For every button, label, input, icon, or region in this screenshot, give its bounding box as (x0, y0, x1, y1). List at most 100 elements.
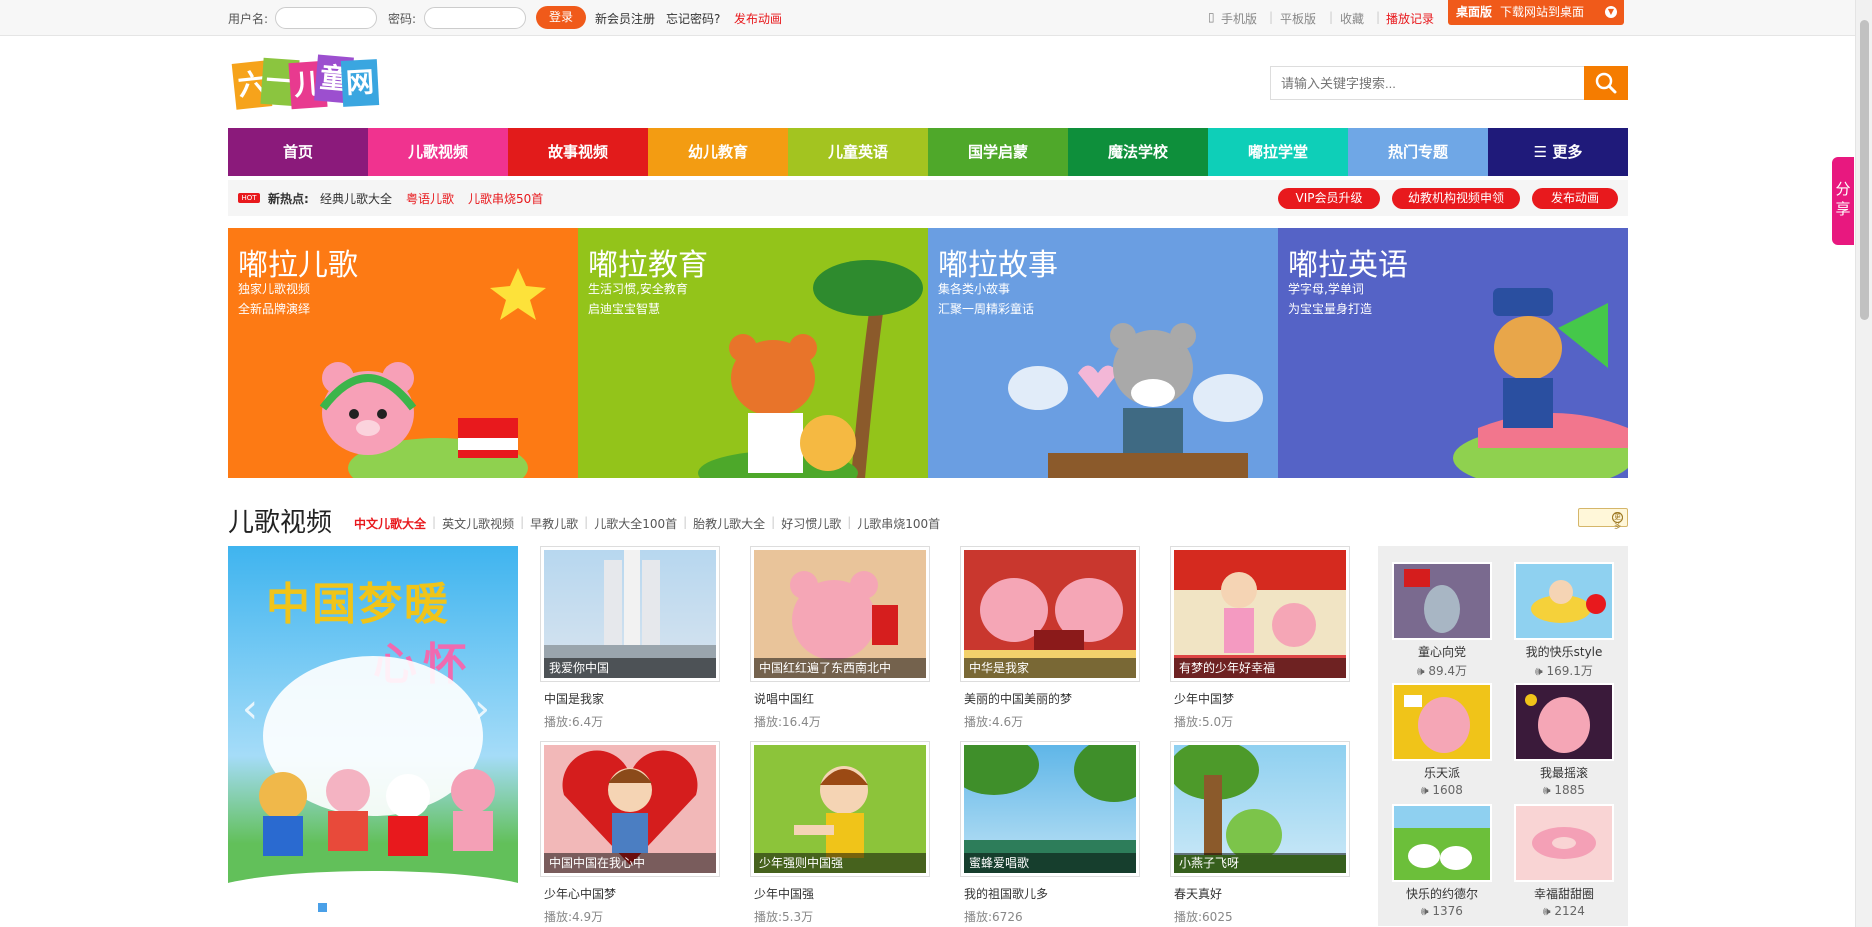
video-card[interactable]: 中国中国在我心中 少年心中国梦 播放:4.9万 (540, 741, 720, 925)
popular-thumbnail[interactable] (1392, 804, 1492, 882)
tablet-version-link[interactable]: 平板版 (1280, 10, 1316, 27)
popular-thumbnail[interactable] (1514, 804, 1614, 882)
video-thumbnail[interactable]: 小燕子飞呀 (1170, 741, 1350, 877)
video-card[interactable]: 中国红红遍了东西南北中 说唱中国红 播放:16.4万 (750, 546, 930, 730)
nav-item-magic-school[interactable]: 魔法学校 (1068, 128, 1208, 176)
tab-early-songs[interactable]: 早教儿歌 (530, 515, 578, 532)
favorite-link[interactable]: 收藏 (1340, 10, 1364, 27)
video-title[interactable]: 少年中国强 (750, 885, 930, 902)
popular-name[interactable]: 乐天派 (1392, 764, 1492, 781)
popular-item[interactable]: 快乐的约德尔 🕪 1376 (1392, 804, 1492, 919)
popular-thumbnail[interactable] (1392, 683, 1492, 761)
featured-carousel[interactable]: 中国梦暖 心怀 ‹ › (228, 546, 518, 896)
nav-label: 幼儿教育 (687, 143, 748, 161)
popular-item[interactable]: 我的快乐style 🕪 169.1万 (1514, 562, 1614, 679)
publish-animation-link[interactable]: 发布动画 (734, 10, 782, 27)
nav-item-english[interactable]: 儿童英语 (788, 128, 928, 176)
login-button[interactable]: 登录 (536, 6, 586, 29)
nav-item-more[interactable]: ☰ 更多 (1488, 128, 1628, 176)
video-title[interactable]: 少年心中国梦 (540, 885, 720, 902)
register-link[interactable]: 新会员注册 (595, 10, 655, 27)
carousel-prev-arrow[interactable]: ‹ (242, 686, 258, 732)
nav-item-stories[interactable]: 故事视频 (508, 128, 648, 176)
tab-medley-songs[interactable]: 儿歌串烧100首 (857, 515, 940, 532)
video-caption: 小燕子飞呀 (1174, 853, 1346, 873)
video-thumbnail[interactable]: 中国中国在我心中 (540, 741, 720, 877)
carousel-next-arrow[interactable]: › (474, 686, 490, 732)
vip-upgrade-button[interactable]: VIP会员升级 (1278, 188, 1380, 209)
banner-line: 学字母,学单词 (1288, 282, 1364, 296)
search-input[interactable] (1271, 67, 1583, 99)
video-card[interactable]: 中华是我家 美丽的中国美丽的梦 播放:4.6万 (960, 546, 1140, 730)
video-card[interactable]: 我爱你中国 中国是我家 播放:6.4万 (540, 546, 720, 730)
video-card[interactable]: 蜜蜂爱唱歌 我的祖国歌儿多 播放:6726 (960, 741, 1140, 925)
carousel-indicator[interactable] (318, 903, 327, 912)
nav-item-home[interactable]: 首页 (228, 128, 368, 176)
popular-item[interactable]: 我最摇滚 🕪 1885 (1514, 683, 1614, 798)
video-title[interactable]: 中国是我家 (540, 690, 720, 707)
tab-chinese-songs[interactable]: 中文儿歌大全 (354, 515, 426, 532)
popular-name[interactable]: 快乐的约德尔 (1392, 885, 1492, 902)
tab-english-songs[interactable]: 英文儿歌视频 (442, 515, 514, 532)
username-input[interactable] (275, 7, 377, 29)
video-thumbnail[interactable]: 中华是我家 (960, 546, 1140, 682)
video-thumbnail[interactable]: 蜜蜂爱唱歌 (960, 741, 1140, 877)
tab-habit-songs[interactable]: 好习惯儿歌 (781, 515, 841, 532)
popular-item[interactable]: 乐天派 🕪 1608 (1392, 683, 1492, 798)
banner-stories[interactable]: 嘟拉故事 集各类小故事 汇聚一周精彩童话 (928, 228, 1278, 478)
popular-thumbnail[interactable] (1514, 562, 1614, 640)
hot-link[interactable]: 粤语儿歌 (406, 190, 454, 207)
popular-name[interactable]: 童心向党 (1392, 643, 1492, 660)
play-history-link[interactable]: 播放记录 (1386, 10, 1434, 27)
nav-item-education[interactable]: 幼儿教育 (648, 128, 788, 176)
hot-link[interactable]: 经典儿歌大全 (320, 190, 392, 207)
popular-item[interactable]: 童心向党 🕪 89.4万 (1392, 562, 1492, 679)
nav-label: 嘟拉学堂 (1247, 143, 1308, 161)
divider: | (683, 515, 688, 529)
scrollbar-thumb[interactable] (1860, 20, 1869, 320)
video-thumbnail[interactable]: 少年强则中国强 (750, 741, 930, 877)
hot-link[interactable]: 儿歌串烧50首 (468, 190, 543, 207)
video-card[interactable]: 少年强则中国强 少年中国强 播放:5.3万 (750, 741, 930, 925)
video-thumbnail[interactable]: 有梦的少年好幸福 (1170, 546, 1350, 682)
banner-education[interactable]: 嘟拉教育 生活习惯,安全教育 启迪宝宝智慧 (578, 228, 928, 478)
desktop-download-button[interactable]: 桌面版 下载网站到桌面 ▼ (1448, 0, 1624, 25)
institution-apply-button[interactable]: 幼教机构视频申领 (1392, 188, 1520, 209)
video-card[interactable]: 小燕子飞呀 春天真好 播放:6025 (1170, 741, 1350, 925)
banner-title: 嘟拉儿歌 (238, 248, 358, 283)
more-button[interactable]: 更多 › (1578, 508, 1628, 530)
tab-prenatal-songs[interactable]: 胎教儿歌大全 (693, 515, 765, 532)
nav-item-dula-school[interactable]: 嘟拉学堂 (1208, 128, 1348, 176)
popular-thumbnail[interactable] (1514, 683, 1614, 761)
password-input[interactable] (424, 7, 526, 29)
popular-name[interactable]: 幸福甜甜圈 (1514, 885, 1614, 902)
mobile-version-link[interactable]: 手机版 (1221, 10, 1257, 27)
nav-item-songs[interactable]: 儿歌视频 (368, 128, 508, 176)
video-title[interactable]: 说唱中国红 (750, 690, 930, 707)
publish-animation-button[interactable]: 发布动画 (1532, 188, 1618, 209)
page-scrollbar[interactable] (1855, 0, 1872, 927)
video-title[interactable]: 我的祖国歌儿多 (960, 885, 1140, 902)
popular-thumbnail[interactable] (1392, 562, 1492, 640)
tab-100-songs[interactable]: 儿歌大全100首 (594, 515, 677, 532)
video-thumbnail[interactable]: 中国红红遍了东西南北中 (750, 546, 930, 682)
banner-english[interactable]: 嘟拉英语 学字母,学单词 为宝宝量身打造 (1278, 228, 1628, 478)
desktop-desc: 下载网站到桌面 (1500, 5, 1585, 19)
popular-name[interactable]: 我的快乐style (1514, 643, 1614, 660)
popular-name[interactable]: 我最摇滚 (1514, 764, 1614, 781)
video-plays: 播放:4.6万 (964, 715, 1024, 729)
video-title[interactable]: 少年中国梦 (1170, 690, 1350, 707)
popular-item[interactable]: 幸福甜甜圈 🕪 2124 (1514, 804, 1614, 919)
video-title[interactable]: 美丽的中国美丽的梦 (960, 690, 1140, 707)
speaker-icon: 🕪 (1543, 904, 1555, 918)
forgot-password-link[interactable]: 忘记密码? (666, 10, 720, 27)
share-tab[interactable]: 分享 (1832, 157, 1854, 245)
video-thumbnail[interactable]: 我爱你中国 (540, 546, 720, 682)
banner-songs[interactable]: 嘟拉儿歌 独家儿歌视频 全新品牌演绎 (228, 228, 578, 478)
nav-item-topics[interactable]: 热门专题 (1348, 128, 1488, 176)
nav-item-classics[interactable]: 国学启蒙 (928, 128, 1068, 176)
video-card[interactable]: 有梦的少年好幸福 少年中国梦 播放:5.0万 (1170, 546, 1350, 730)
site-logo[interactable]: 六 一 儿 童 网 (231, 54, 380, 110)
search-button[interactable] (1584, 66, 1628, 100)
video-title[interactable]: 春天真好 (1170, 885, 1350, 902)
